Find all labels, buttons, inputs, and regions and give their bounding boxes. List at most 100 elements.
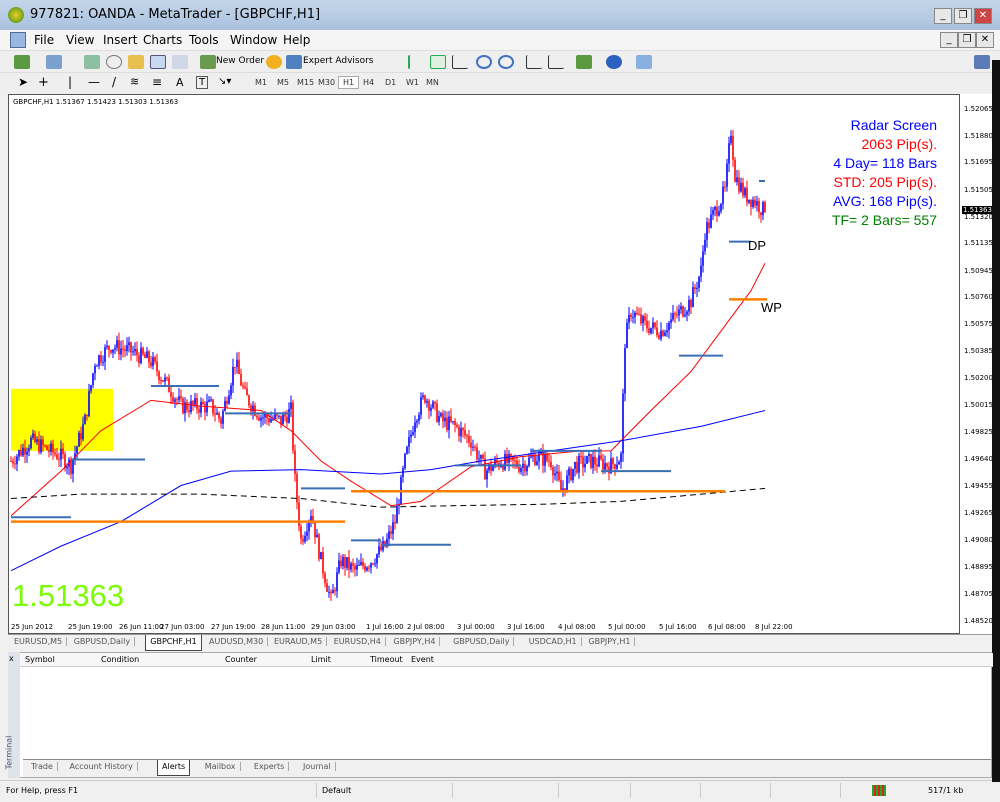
candle-body bbox=[760, 212, 762, 216]
price-chart[interactable] bbox=[9, 95, 961, 635]
bar-chart-icon[interactable] bbox=[408, 55, 424, 69]
menu-file[interactable]: File bbox=[34, 33, 54, 47]
indicators-icon[interactable] bbox=[576, 55, 592, 69]
periods-icon[interactable] bbox=[606, 55, 622, 69]
col-counter[interactable]: Counter bbox=[225, 655, 257, 664]
price-tick: 1.50385 bbox=[964, 347, 993, 356]
expert-advisors-icon[interactable] bbox=[286, 55, 302, 69]
terminal-tab[interactable]: Trade bbox=[27, 762, 58, 771]
menu-charts[interactable]: Charts bbox=[143, 33, 182, 47]
crosshair-icon[interactable]: + bbox=[38, 75, 49, 90]
terminal-close-icon[interactable]: x bbox=[9, 654, 14, 663]
col-limit[interactable]: Limit bbox=[311, 655, 331, 664]
templates-icon[interactable] bbox=[636, 55, 652, 69]
restore-button[interactable]: ❐ bbox=[954, 8, 972, 24]
chart-shift-icon[interactable] bbox=[548, 55, 564, 69]
candle-body bbox=[636, 312, 638, 315]
candle-body bbox=[40, 439, 42, 453]
candle-body bbox=[600, 455, 602, 459]
arrows-icon[interactable]: ↘▾ bbox=[218, 76, 231, 87]
strategy-tester-icon[interactable] bbox=[172, 55, 188, 69]
terminal-tab[interactable]: Journal bbox=[299, 762, 336, 771]
zoom-out-icon[interactable] bbox=[498, 55, 514, 69]
terminal-tab[interactable]: Alerts bbox=[157, 760, 191, 776]
text-icon[interactable]: A bbox=[176, 76, 184, 89]
terminal-tab[interactable]: Experts bbox=[250, 762, 290, 771]
menu-tools[interactable]: Tools bbox=[189, 33, 219, 47]
child-minimize-button[interactable]: _ bbox=[940, 32, 958, 48]
menu-help[interactable]: Help bbox=[283, 33, 310, 47]
candle-body bbox=[126, 345, 128, 352]
chart-tab[interactable]: EURUSD,H4 bbox=[330, 637, 386, 646]
chart-tab[interactable]: EURUSD,M5 bbox=[10, 637, 68, 646]
cursor-icon[interactable]: ➤ bbox=[18, 75, 28, 89]
candle-body bbox=[256, 415, 258, 418]
col-symbol[interactable]: Symbol bbox=[25, 655, 55, 664]
chart-tab[interactable]: EURAUD,M5 bbox=[270, 637, 328, 646]
timeframe-w1[interactable]: W1 bbox=[406, 78, 419, 87]
timeframe-d1[interactable]: D1 bbox=[385, 78, 396, 87]
menu-view[interactable]: View bbox=[66, 33, 94, 47]
timeframe-m5[interactable]: M5 bbox=[277, 78, 289, 87]
vertical-line-icon[interactable]: | bbox=[68, 75, 72, 89]
market-watch-icon[interactable] bbox=[84, 55, 100, 69]
timeframe-m30[interactable]: M30 bbox=[318, 78, 335, 87]
chart-tab[interactable]: USDCAD,H1 bbox=[525, 637, 582, 646]
expert-advisors-button[interactable]: Expert Advisors bbox=[303, 56, 373, 66]
candlestick-icon[interactable] bbox=[430, 55, 446, 69]
chart-window[interactable]: GBPCHF,H1 1.51367 1.51423 1.51303 1.5136… bbox=[8, 94, 960, 634]
chart-tab[interactable]: GBPCHF,H1 bbox=[145, 635, 202, 651]
terminal-icon[interactable] bbox=[150, 55, 166, 69]
new-order-icon[interactable] bbox=[200, 55, 216, 69]
chart-tab[interactable]: AUDUSD,M30 bbox=[205, 637, 269, 646]
menu-window[interactable]: Window bbox=[230, 33, 277, 47]
menu-insert[interactable]: Insert bbox=[103, 33, 137, 47]
auto-scroll-icon[interactable] bbox=[526, 55, 542, 69]
date-tick: 5 Jul 16:00 bbox=[659, 623, 697, 631]
radar-line: TF= 2 Bars= 557 bbox=[831, 212, 937, 228]
new-order-button[interactable]: New Order bbox=[216, 56, 264, 66]
channel-icon[interactable]: ≡ bbox=[152, 75, 162, 89]
notifications-icon[interactable] bbox=[974, 55, 990, 69]
price-axis[interactable]: 1.52065 1.51880 1.51695 1.51505 1.51320 1.511… bbox=[960, 94, 993, 651]
timeframe-m15[interactable]: M15 bbox=[297, 78, 314, 87]
timeframe-m1[interactable]: M1 bbox=[255, 78, 267, 87]
child-restore-button[interactable]: ❐ bbox=[958, 32, 976, 48]
col-event[interactable]: Event bbox=[411, 655, 434, 664]
candle-body bbox=[12, 461, 14, 464]
chart-tab[interactable]: GBPUSD,Daily bbox=[449, 637, 515, 646]
chart-tab[interactable]: GBPJPY,H1 bbox=[584, 637, 636, 646]
trendline-icon[interactable]: / bbox=[112, 75, 116, 89]
autotrading-icon[interactable] bbox=[266, 55, 282, 69]
candle-body bbox=[154, 357, 156, 362]
candle-body bbox=[114, 347, 116, 350]
close-button[interactable]: ✕ bbox=[974, 8, 992, 24]
chart-tab[interactable]: GBPJPY,H4 bbox=[389, 637, 441, 646]
line-chart-icon[interactable] bbox=[452, 55, 468, 69]
new-chart-icon[interactable] bbox=[14, 55, 30, 69]
terminal-tab[interactable]: Account History bbox=[66, 762, 138, 771]
data-window-icon[interactable] bbox=[106, 55, 122, 69]
horizontal-line-icon[interactable]: — bbox=[88, 75, 100, 89]
candle-body bbox=[94, 366, 96, 374]
col-timeout[interactable]: Timeout bbox=[370, 655, 403, 664]
minimize-button[interactable]: _ bbox=[934, 8, 952, 24]
timeframe-h1[interactable]: H1 bbox=[338, 76, 360, 89]
profiles-icon[interactable] bbox=[46, 55, 62, 69]
zoom-in-icon[interactable] bbox=[476, 55, 492, 69]
timeframe-mn[interactable]: MN bbox=[426, 78, 439, 87]
navigator-icon[interactable] bbox=[128, 55, 144, 69]
candle-body bbox=[82, 424, 84, 440]
fibonacci-icon[interactable]: ≋ bbox=[130, 75, 139, 88]
terminal-tab[interactable]: Mailbox bbox=[201, 762, 241, 771]
chart-tab[interactable]: GBPUSD,Daily bbox=[70, 637, 136, 646]
col-condition[interactable]: Condition bbox=[101, 655, 139, 664]
child-close-button[interactable]: ✕ bbox=[976, 32, 994, 48]
date-tick: 4 Jul 08:00 bbox=[558, 623, 596, 631]
candle-body bbox=[50, 443, 52, 452]
price-tick: 1.51695 bbox=[964, 158, 993, 167]
text-label-icon[interactable]: T bbox=[196, 76, 209, 89]
chart-window-icon bbox=[10, 32, 26, 48]
timeframe-h4[interactable]: H4 bbox=[363, 78, 374, 87]
candle-body bbox=[344, 556, 346, 568]
